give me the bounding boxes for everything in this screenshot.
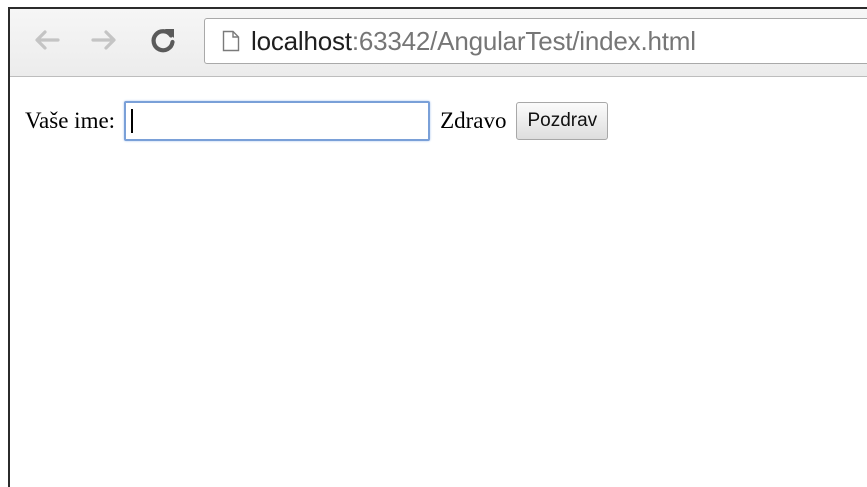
forward-button[interactable] xyxy=(87,23,121,57)
url-path: :63342/AngularTest/index.html xyxy=(351,25,696,56)
back-button[interactable] xyxy=(30,23,64,57)
greet-button[interactable]: Pozdrav xyxy=(516,102,609,140)
arrow-right-icon xyxy=(91,29,117,51)
reload-button[interactable] xyxy=(146,23,180,57)
text-caret xyxy=(131,109,134,133)
url-host: localhost xyxy=(251,25,352,56)
name-input[interactable] xyxy=(124,101,431,141)
greeting-form: Vaše ime: Zdravo Pozdrav xyxy=(25,101,609,141)
greeting-text: Zdravo xyxy=(440,108,507,133)
name-label: Vaše ime: xyxy=(25,108,116,133)
page-content: Vaše ime: Zdravo Pozdrav xyxy=(10,77,867,487)
reload-icon xyxy=(149,26,177,54)
browser-toolbar: localhost:63342/AngularTest/index.html xyxy=(10,9,867,77)
page-icon xyxy=(221,28,241,54)
arrow-left-icon xyxy=(34,29,60,51)
address-bar[interactable]: localhost:63342/AngularTest/index.html xyxy=(204,18,867,64)
browser-window: localhost:63342/AngularTest/index.html V… xyxy=(8,7,867,487)
url-text: localhost:63342/AngularTest/index.html xyxy=(251,26,696,57)
